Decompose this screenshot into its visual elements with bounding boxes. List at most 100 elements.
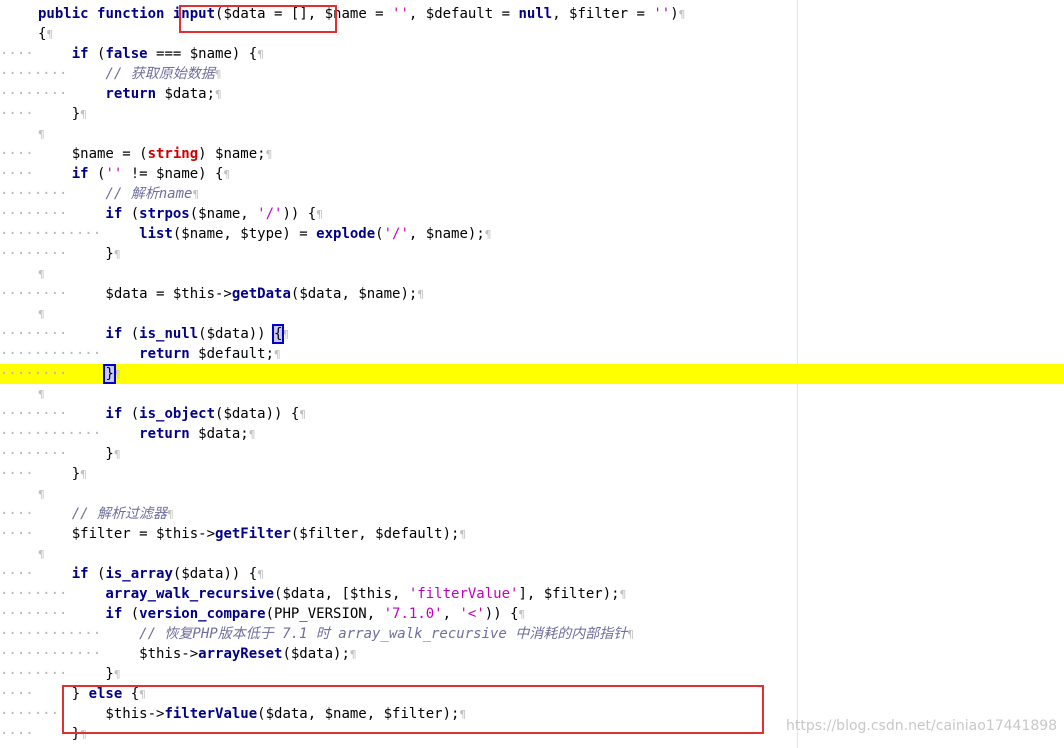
code-token: } [38,106,81,122]
code-line[interactable]: ············ $this->arrayReset($data);¶ [0,644,1064,664]
code-token: , $default = [408,6,519,22]
code-line[interactable]: ¶ [0,544,1064,564]
code-line[interactable]: ············ return $data;¶ [0,424,1064,444]
code-token: // 解析name [38,186,193,202]
code-token: public [38,6,98,22]
code-text: ¶ [38,384,45,405]
code-token: } [38,466,81,482]
code-token: '' [105,166,123,182]
code-text: if (false === $name) {¶ [38,44,264,65]
code-line[interactable]: {¶ [0,24,1064,44]
code-line[interactable]: public function input($data = [], $name … [0,4,1064,24]
code-text: if (is_null($data)) {¶ [38,324,289,345]
pilcrow-icon: ¶ [38,548,45,561]
code-line[interactable]: ¶ [0,304,1064,324]
code-token: return [38,86,165,102]
code-editor[interactable]: public function input($data = [], $name … [0,0,1064,748]
pilcrow-icon: ¶ [80,468,87,481]
pilcrow-icon: ¶ [349,648,357,661]
code-text: public function input($data = [], $name … [38,4,685,25]
pilcrow-icon: ¶ [215,88,222,101]
code-token: array_walk_recursive [38,586,275,602]
code-area[interactable]: public function input($data = [], $name … [0,4,1064,744]
code-text: // 解析过滤器¶ [38,504,174,525]
code-token: '/' [257,206,283,222]
code-token: version_compare [139,606,266,622]
code-line[interactable]: ········ }¶ [0,444,1064,464]
code-token: ($data, [$this, [274,586,409,602]
code-line[interactable]: ········ }¶ [0,244,1064,264]
pilcrow-icon: ¶ [619,588,627,601]
code-line[interactable]: ···· $name = (string) $name;¶ [0,144,1064,164]
indent-guide: ···· [0,726,34,742]
code-token: $this-> [38,646,199,662]
code-text: }¶ [38,104,87,125]
code-text: ¶ [38,304,45,325]
code-line[interactable]: ········ if (is_object($data)) {¶ [0,404,1064,424]
pilcrow-icon: ¶ [38,128,45,141]
pilcrow-icon: ¶ [113,448,121,461]
code-text: // 恢复PHP版本低于 7.1 时 array_walk_recursive … [38,624,634,645]
code-token: $data; [198,426,249,442]
code-token: '<' [459,606,485,622]
code-token: string [147,146,199,162]
code-line[interactable]: ············ list($name, $type) = explod… [0,224,1064,244]
code-text: $this->arrayReset($data);¶ [38,644,357,665]
code-text: $filter = $this->getFilter($filter, $def… [38,524,466,545]
code-line[interactable]: ········ }¶ [0,664,1064,684]
code-line[interactable]: ········ if (strpos($name, '/')) {¶ [0,204,1064,224]
pilcrow-icon: ¶ [38,308,45,321]
code-line[interactable]: ········ $data = $this->getData($data, $… [0,284,1064,304]
code-line[interactable]: ¶ [0,384,1064,404]
code-token: is_array [105,566,173,582]
code-token: } [38,446,114,462]
code-line-current[interactable]: ········ }¶ [0,364,1064,384]
pilcrow-icon: ¶ [417,288,424,301]
code-line[interactable]: ········ if (is_null($data)) {¶ [0,324,1064,344]
code-token: , $filter = [552,6,654,22]
code-token: ( [130,326,140,342]
code-token: $default; [198,346,275,362]
code-text: }¶ [38,364,121,385]
code-token: is_null [139,326,199,342]
code-token: $name = ( [38,146,148,162]
code-line[interactable]: ···· // 解析过滤器¶ [0,504,1064,524]
pilcrow-icon: ¶ [113,248,121,261]
indent-guide: ···· [0,166,34,182]
code-line[interactable]: ···· if (false === $name) {¶ [0,44,1064,64]
code-token: strpos [139,206,190,222]
pilcrow-icon: ¶ [257,568,264,581]
pilcrow-icon: ¶ [113,668,121,681]
code-line[interactable]: ···· }¶ [0,464,1064,484]
code-text: return $default;¶ [38,344,281,365]
code-line[interactable]: ···· }¶ [0,104,1064,124]
code-token: ($data)) { [172,566,258,582]
code-line[interactable]: ···· $filter = $this->getFilter($filter,… [0,524,1064,544]
code-token: arrayReset [198,646,283,662]
code-line[interactable]: ········ // 解析name¶ [0,184,1064,204]
code-text: if (version_compare(PHP_VERSION, '7.1.0'… [38,604,525,625]
code-line[interactable]: ¶ [0,264,1064,284]
code-token: ( [130,406,140,422]
code-line[interactable]: ···· if (is_array($data)) {¶ [0,564,1064,584]
code-text: {¶ [38,24,53,45]
code-line[interactable]: ···· if ('' != $name) {¶ [0,164,1064,184]
indent-guide: ···· [0,686,34,702]
code-line[interactable]: ············ return $default;¶ [0,344,1064,364]
pilcrow-icon: ¶ [214,68,222,81]
code-line[interactable]: ········ return $data;¶ [0,84,1064,104]
code-token: $filter = $this-> [38,526,216,542]
code-line[interactable]: ········ if (version_compare(PHP_VERSION… [0,604,1064,624]
code-line[interactable]: ············ // 恢复PHP版本低于 7.1 时 array_wa… [0,624,1064,644]
code-token: // 获取原始数据 [38,66,215,82]
code-line[interactable]: ¶ [0,124,1064,144]
code-text: if (is_array($data)) {¶ [38,564,264,585]
code-line[interactable]: ········ array_walk_recursive($data, [$t… [0,584,1064,604]
pilcrow-icon: ¶ [192,188,200,201]
code-line[interactable]: ········ // 获取原始数据¶ [0,64,1064,84]
code-line[interactable]: ¶ [0,484,1064,504]
code-text: if (is_object($data)) {¶ [38,404,306,425]
code-token: } [38,246,114,262]
code-text: return $data;¶ [38,424,255,445]
code-token: ) $name; [198,146,266,162]
